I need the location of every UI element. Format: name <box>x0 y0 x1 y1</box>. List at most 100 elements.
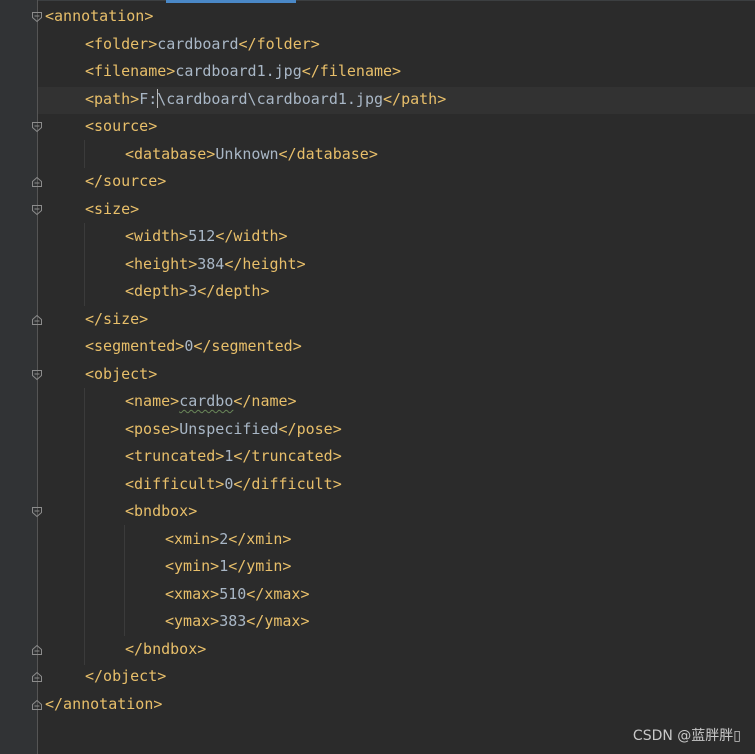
code-line[interactable]: <bndbox> <box>125 498 197 525</box>
code-line[interactable]: </source> <box>85 168 166 195</box>
fold-open-icon[interactable] <box>31 369 43 381</box>
fold-close-icon[interactable] <box>31 671 43 683</box>
xml-open-tag: <database> <box>125 145 216 163</box>
xml-close-tag: </depth> <box>197 282 270 300</box>
xml-close-tag: </database> <box>278 145 378 163</box>
xml-open-tag: <depth> <box>125 282 189 300</box>
fold-close-icon[interactable] <box>31 699 43 711</box>
code-line[interactable]: <difficult>0</difficult> <box>125 471 342 498</box>
xml-close-tag: </height> <box>224 255 306 273</box>
xml-close-tag: </ymin> <box>228 557 292 575</box>
xml-open-tag: <width> <box>125 227 189 245</box>
xml-value: cardboard <box>157 35 239 53</box>
code-line[interactable]: <folder>cardboard</folder> <box>85 31 320 58</box>
code-line[interactable]: <object> <box>85 361 157 388</box>
xml-value: 383 <box>219 612 247 630</box>
code-line[interactable]: <width>512</width> <box>125 223 288 250</box>
csdn-watermark: CSDN @蓝胖胖▯ <box>632 728 741 744</box>
xml-value-typo: cardbo <box>179 392 234 410</box>
xml-open-tag: <height> <box>125 255 198 273</box>
xml-value: cardboard1.jpg <box>175 62 302 80</box>
code-line[interactable]: <size> <box>85 196 139 223</box>
code-line[interactable]: <ymin>1</ymin> <box>165 553 291 580</box>
indent-guide <box>84 388 85 665</box>
xml-close-tag: </segmented> <box>193 337 302 355</box>
code-line[interactable]: <ymax>383</ymax> <box>165 608 310 635</box>
code-line[interactable]: <source> <box>85 113 157 140</box>
fold-close-icon[interactable] <box>31 314 43 326</box>
fold-open-icon[interactable] <box>31 506 43 518</box>
code-line[interactable]: <xmin>2</xmin> <box>165 526 291 553</box>
fold-open-icon[interactable] <box>31 204 43 216</box>
indent-guide <box>124 525 125 636</box>
xml-value: 384 <box>197 255 225 273</box>
code-line[interactable]: </size> <box>85 306 148 333</box>
code-line-current[interactable]: <path>F:\cardboard\cardboard1.jpg</path> <box>85 86 446 113</box>
code-line[interactable]: <truncated>1</truncated> <box>125 443 342 470</box>
fold-open-icon[interactable] <box>31 121 43 133</box>
code-line[interactable]: <name>cardbo</name> <box>125 388 297 415</box>
xml-close-tag: </bndbox> <box>125 640 207 658</box>
xml-value: 1 <box>219 557 229 575</box>
xml-close-tag: </truncated> <box>233 447 342 465</box>
xml-value: 512 <box>188 227 216 245</box>
xml-open-tag: <path> <box>85 90 140 108</box>
code-line[interactable]: </object> <box>85 663 166 690</box>
code-line[interactable]: <pose>Unspecified</pose> <box>125 416 342 443</box>
xml-close-tag: </size> <box>85 310 149 328</box>
xml-open-tag: <name> <box>125 392 180 410</box>
xml-close-tag: </annotation> <box>45 695 163 713</box>
code-line[interactable]: <depth>3</depth> <box>125 278 270 305</box>
fold-close-icon[interactable] <box>31 644 43 656</box>
xml-open-tag: <filename> <box>85 62 176 80</box>
code-line[interactable]: </annotation> <box>45 691 162 718</box>
xml-open-tag: <segmented> <box>85 337 185 355</box>
xml-close-tag: </ymax> <box>246 612 310 630</box>
xml-close-tag: </xmin> <box>228 530 292 548</box>
xml-open-tag: <truncated> <box>125 447 225 465</box>
xml-close-tag: </xmax> <box>246 585 310 603</box>
xml-close-tag: </filename> <box>301 62 402 80</box>
xml-open-tag: <pose> <box>125 420 180 438</box>
code-line[interactable]: <filename>cardboard1.jpg</filename> <box>85 58 401 85</box>
xml-value: Unknown <box>215 145 279 163</box>
xml-open-tag: <difficult> <box>125 475 225 493</box>
editor-top-border <box>0 0 755 1</box>
xml-close-tag: </name> <box>233 392 297 410</box>
xml-close-tag: </object> <box>85 667 167 685</box>
xml-close-tag: </source> <box>85 172 167 190</box>
xml-close-tag: </folder> <box>238 35 320 53</box>
xml-open-tag: <size> <box>85 200 140 218</box>
xml-open-tag: <object> <box>85 365 158 383</box>
xml-value: F: <box>139 90 158 108</box>
xml-close-tag: </pose> <box>278 420 342 438</box>
xml-open-tag: <annotation> <box>45 7 154 25</box>
indent-guide <box>84 223 85 306</box>
code-line[interactable]: <xmax>510</xmax> <box>165 581 310 608</box>
xml-open-tag: <ymin> <box>165 557 220 575</box>
active-tab-indicator <box>166 0 296 3</box>
xml-close-tag: </path> <box>383 90 447 108</box>
xml-value: \cardboard\cardboard1.jpg <box>157 90 384 108</box>
code-line[interactable]: <database>Unknown</database> <box>125 141 378 168</box>
xml-open-tag: <source> <box>85 117 158 135</box>
xml-value: 510 <box>219 585 247 603</box>
code-line[interactable]: </bndbox> <box>125 636 206 663</box>
xml-open-tag: <xmax> <box>165 585 220 603</box>
xml-open-tag: <bndbox> <box>125 502 198 520</box>
xml-open-tag: <ymax> <box>165 612 220 630</box>
fold-close-icon[interactable] <box>31 176 43 188</box>
code-editor[interactable]: <annotation> <folder>cardboard</folder> … <box>0 0 755 754</box>
xml-value: 2 <box>219 530 229 548</box>
xml-open-tag: <folder> <box>85 35 158 53</box>
code-line[interactable]: <annotation> <box>45 3 153 30</box>
xml-close-tag: </width> <box>215 227 288 245</box>
xml-value: Unspecified <box>179 420 279 438</box>
code-line[interactable]: <segmented>0</segmented> <box>85 333 302 360</box>
indent-guide <box>84 140 85 168</box>
xml-open-tag: <xmin> <box>165 530 220 548</box>
fold-open-icon[interactable] <box>31 11 43 23</box>
xml-close-tag: </difficult> <box>233 475 342 493</box>
xml-value: 3 <box>188 282 198 300</box>
code-line[interactable]: <height>384</height> <box>125 251 306 278</box>
